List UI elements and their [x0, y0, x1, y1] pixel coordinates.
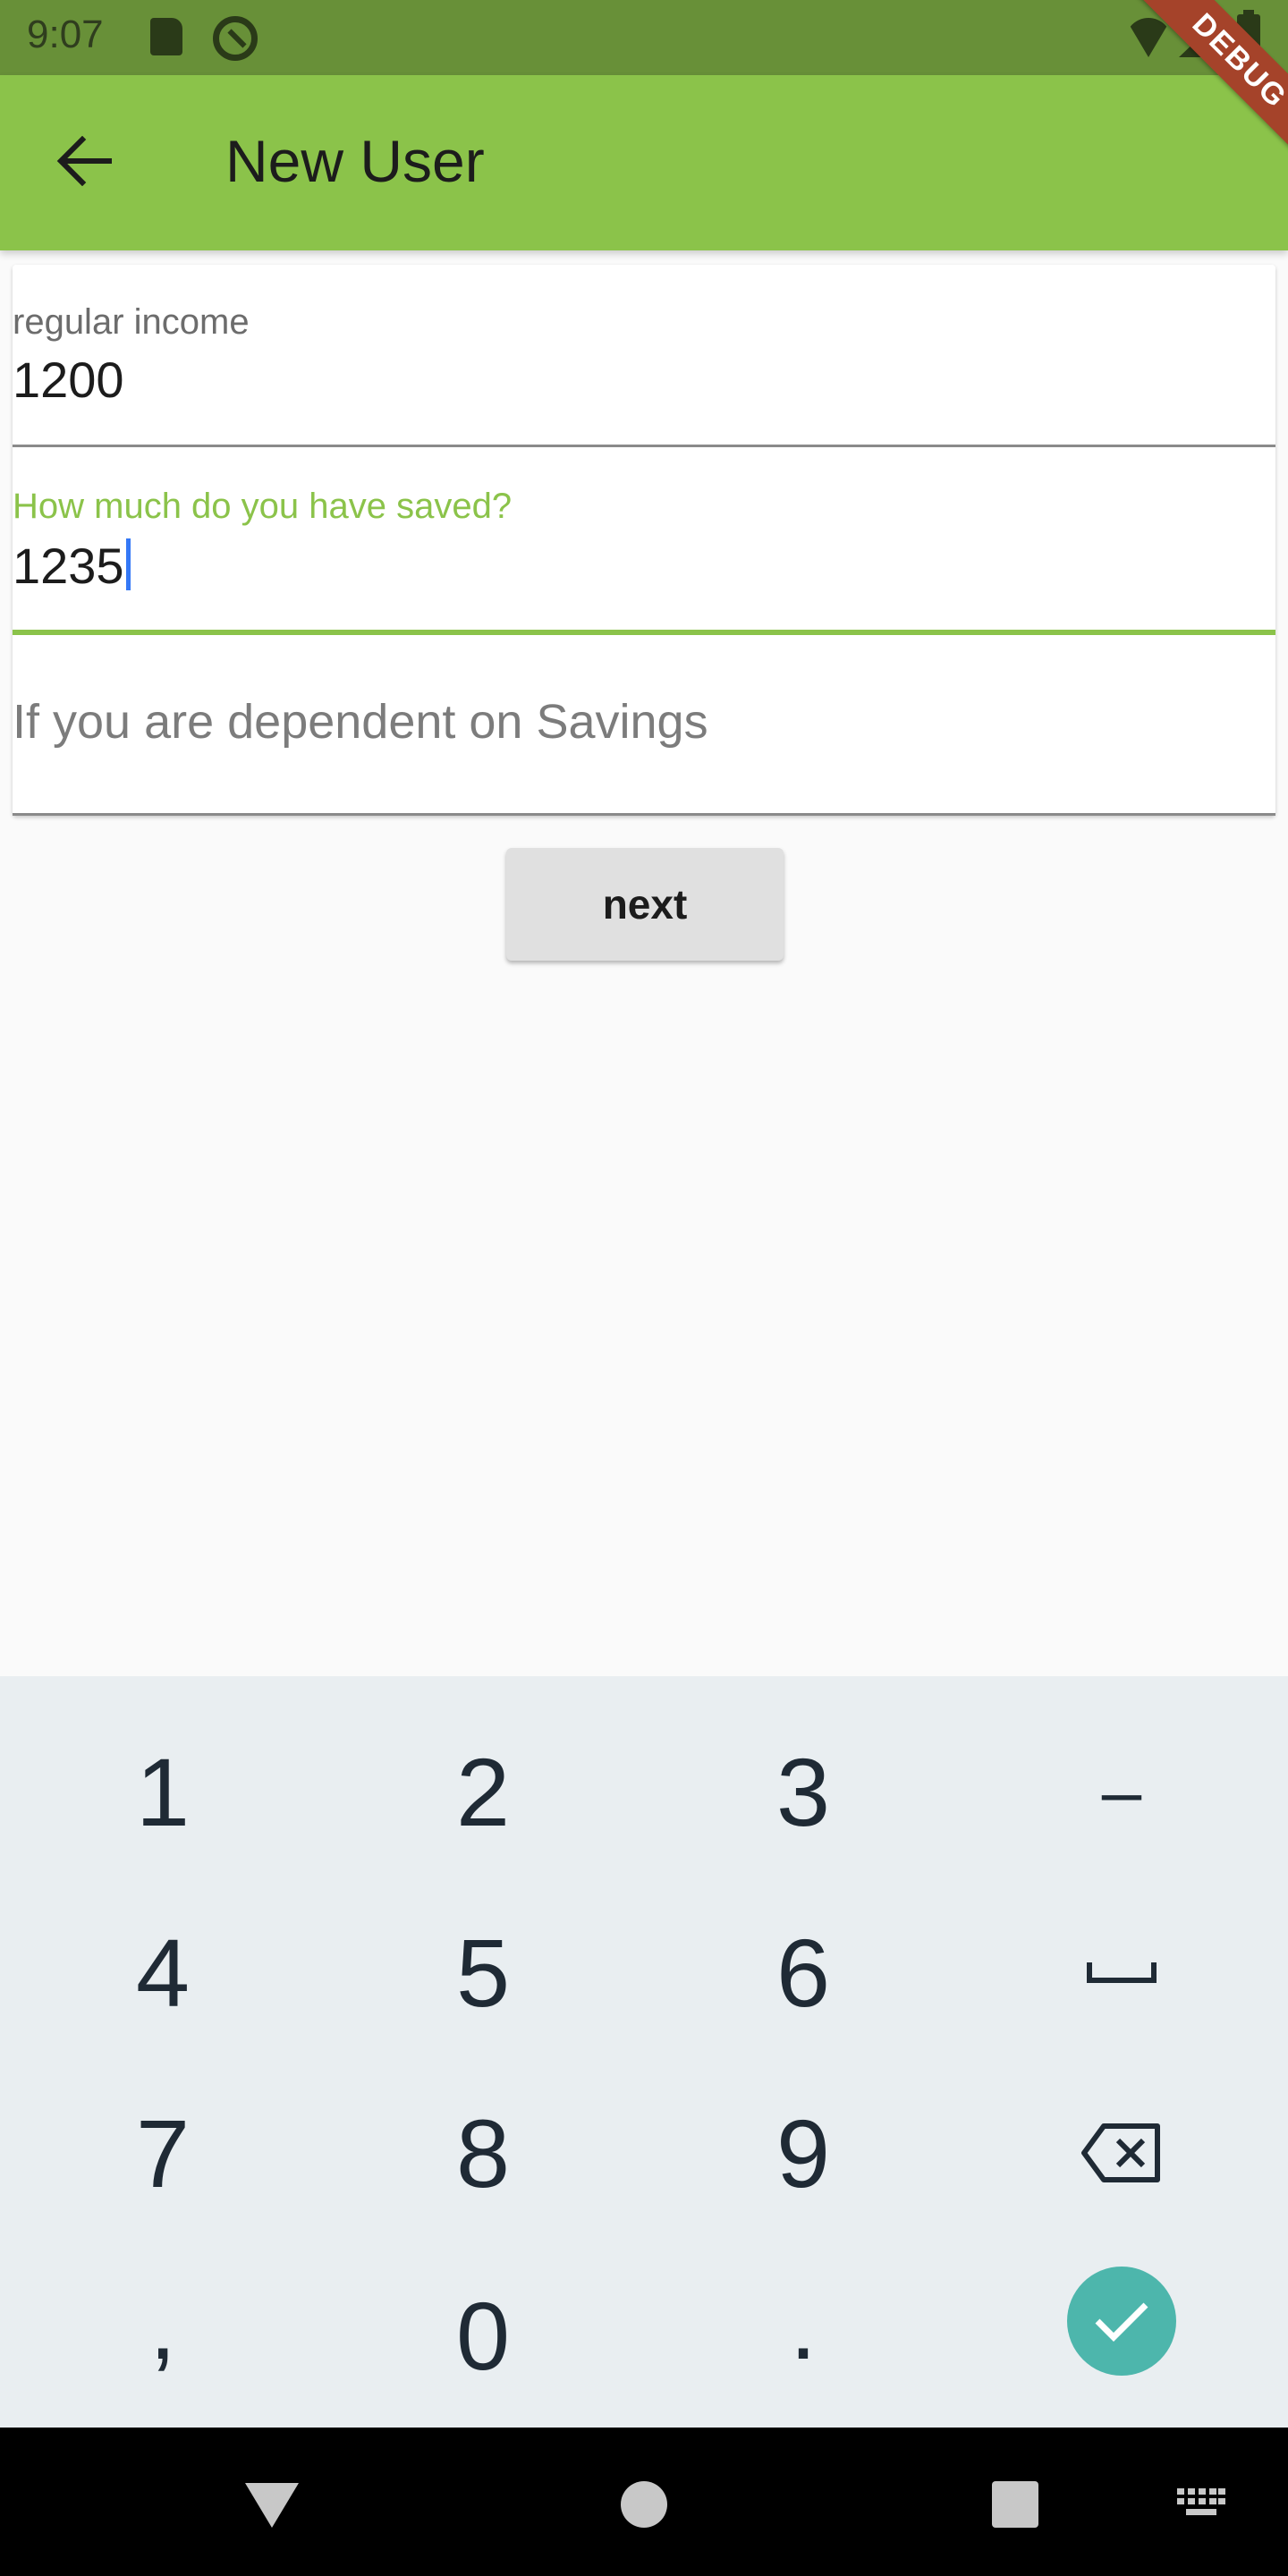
space-key[interactable] [961, 1882, 1283, 2063]
form-card: regular income 1200 How much do you have… [13, 265, 1275, 816]
keyboard-switch-icon[interactable] [1177, 2488, 1225, 2521]
savings-value-text: 1235 [13, 538, 124, 594]
key-2[interactable]: 2 [322, 1701, 644, 1882]
sync-icon [213, 16, 258, 61]
debug-label: DEBUG [1127, 0, 1288, 174]
key-period[interactable]: . [642, 2245, 964, 2426]
nav-back-icon[interactable] [245, 2483, 299, 2528]
backspace-key[interactable] [961, 2063, 1283, 2243]
savings-label: How much do you have saved? [13, 487, 513, 526]
savings-value[interactable]: 1235 [13, 537, 131, 595]
savings-field[interactable]: How much do you have saved? 1235 [13, 447, 1275, 635]
regular-income-label: regular income [13, 302, 250, 342]
dependent-savings-field[interactable]: If you are dependent on Savings [13, 635, 1275, 816]
key-3[interactable]: 3 [642, 1701, 964, 1882]
key-4[interactable]: 4 [2, 1882, 324, 2063]
navigation-bar [0, 2428, 1288, 2576]
arrow-left-icon[interactable] [55, 136, 113, 186]
backspace-icon [1081, 2123, 1160, 2182]
key-1[interactable]: 1 [2, 1701, 324, 1882]
status-time: 9:07 [27, 13, 104, 56]
next-button[interactable]: next [506, 848, 784, 961]
debug-ribbon: DEBUG [1091, 0, 1288, 197]
regular-income-value[interactable]: 1200 [13, 351, 124, 409]
page-title: New User [225, 128, 485, 194]
key-8[interactable]: 8 [322, 2063, 644, 2243]
key-5[interactable]: 5 [322, 1882, 644, 2063]
key-dash[interactable]: – [961, 1701, 1283, 1882]
key-7[interactable]: 7 [2, 2063, 324, 2243]
check-icon [1095, 2302, 1148, 2342]
key-9[interactable]: 9 [642, 2063, 964, 2243]
sd-card-icon [150, 18, 182, 55]
key-6[interactable]: 6 [642, 1882, 964, 2063]
nav-recents-icon[interactable] [992, 2481, 1038, 2528]
key-0[interactable]: 0 [322, 2245, 644, 2426]
nav-home-icon[interactable] [621, 2481, 667, 2528]
dependent-savings-underline [13, 813, 1275, 816]
dependent-savings-placeholder: If you are dependent on Savings [13, 695, 708, 749]
key-comma[interactable]: , [2, 2245, 324, 2426]
text-caret [125, 538, 131, 590]
regular-income-field[interactable]: regular income 1200 [13, 265, 1275, 447]
confirm-key[interactable] [1067, 2267, 1176, 2376]
space-icon [1087, 1962, 1157, 1983]
